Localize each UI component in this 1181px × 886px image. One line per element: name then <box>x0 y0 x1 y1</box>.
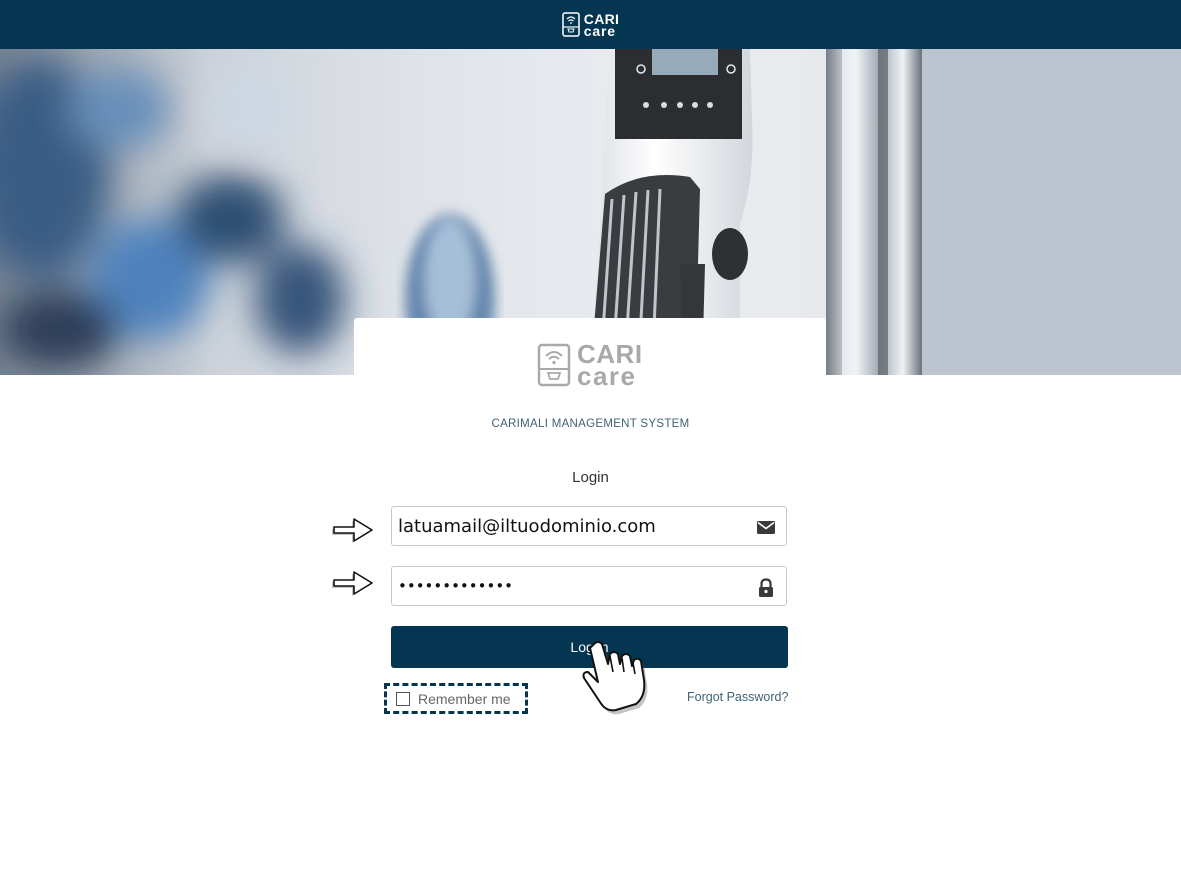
remember-me-option[interactable]: Remember me <box>384 683 528 714</box>
arrow-right-icon <box>332 518 373 543</box>
header-logo[interactable]: CARI care <box>562 12 619 39</box>
remember-me-checkbox[interactable] <box>396 691 410 706</box>
lock-icon <box>759 578 773 597</box>
header-logo-line2: care <box>583 22 616 39</box>
app-subtitle: CARIMALI MANAGEMENT SYSTEM <box>491 418 690 430</box>
password-input[interactable] <box>392 567 786 605</box>
remember-me-label: Remember me <box>418 690 511 707</box>
coffee-machine-wifi-icon <box>537 343 571 387</box>
forgot-password-link[interactable]: Forgot Password? <box>687 690 788 704</box>
email-field[interactable] <box>391 506 787 546</box>
card-logo-line2: care <box>577 361 637 391</box>
email-input[interactable] <box>392 507 786 545</box>
coffee-machine-wifi-icon <box>562 12 580 37</box>
top-bar: CARI care <box>0 0 1181 49</box>
hand-pointer-icon <box>582 641 648 715</box>
login-title: Login <box>572 469 609 486</box>
card-logo: CARI care <box>537 341 643 391</box>
arrow-right-icon <box>332 571 373 596</box>
envelope-icon <box>757 521 775 534</box>
password-field[interactable] <box>391 566 787 606</box>
